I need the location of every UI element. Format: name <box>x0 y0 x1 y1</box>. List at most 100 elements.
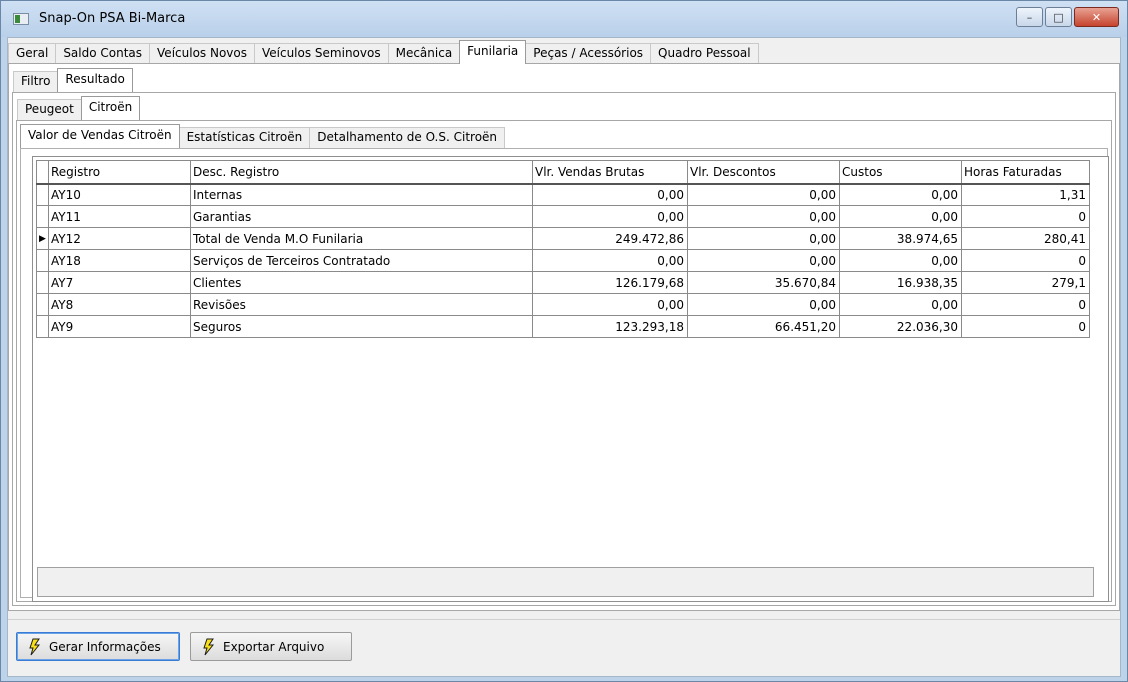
cell-desc-registro[interactable]: Serviços de Terceiros Contratado <box>190 249 533 272</box>
cell-vendas-brutas[interactable]: 249.472,86 <box>532 227 688 250</box>
cell-registro[interactable]: AY12 <box>48 227 191 250</box>
tab-veiculos-novos[interactable]: Veículos Novos <box>149 43 255 64</box>
tab-saldo-contas[interactable]: Saldo Contas <box>55 43 151 64</box>
tab-quadro-pessoal[interactable]: Quadro Pessoal <box>650 43 759 64</box>
row-indicator <box>36 183 49 206</box>
row-indicator: ▶ <box>36 227 49 250</box>
table-row[interactable]: AY11 Garantias 0,00 0,00 0,00 0 <box>36 205 1090 228</box>
table-row[interactable]: ▶ AY12 Total de Venda M.O Funilaria 249.472… <box>36 227 1090 250</box>
data-grid[interactable]: Registro Desc. Registro Vlr. Vendas Brut… <box>32 156 1109 602</box>
cell-desc-registro[interactable]: Seguros <box>190 315 533 338</box>
cell-custos[interactable]: 0,00 <box>839 205 962 228</box>
table-row[interactable]: AY10 Internas 0,00 0,00 0,00 1,31 <box>36 183 1090 206</box>
action-bar: Gerar Informações Exportar Arquivo <box>8 619 1120 676</box>
exportar-arquivo-label: Exportar Arquivo <box>223 639 325 654</box>
column-header-vendas-brutas[interactable]: Vlr. Vendas Brutas <box>532 160 688 185</box>
client-area: Geral Saldo Contas Veículos Novos Veícul… <box>7 37 1121 677</box>
column-header-registro[interactable]: Registro <box>48 160 191 185</box>
window-controls: – □ ✕ <box>1016 7 1119 27</box>
maximize-button[interactable]: □ <box>1045 7 1072 27</box>
grid-header-row: Registro Desc. Registro Vlr. Vendas Brut… <box>36 160 1090 185</box>
lightning-icon <box>203 638 215 655</box>
table-row[interactable]: AY18 Serviços de Terceiros Contratado 0,00… <box>36 249 1090 272</box>
cell-desc-registro[interactable]: Internas <box>190 183 533 206</box>
cell-descontos[interactable]: 0,00 <box>687 227 840 250</box>
tab-detalhamento-os-citroen[interactable]: Detalhamento de O.S. Citroën <box>309 127 506 148</box>
tab-geral[interactable]: Geral <box>8 43 57 64</box>
cell-horas-faturadas[interactable]: 0 <box>961 315 1090 338</box>
cell-vendas-brutas[interactable]: 0,00 <box>532 205 688 228</box>
tab-mecanica[interactable]: Mecânica <box>387 43 461 64</box>
cell-desc-registro[interactable]: Clientes <box>190 271 533 294</box>
cell-horas-faturadas[interactable]: 280,41 <box>961 227 1090 250</box>
cell-vendas-brutas[interactable]: 0,00 <box>532 183 688 206</box>
tab-peugeot[interactable]: Peugeot <box>17 99 82 120</box>
cell-horas-faturadas[interactable]: 1,31 <box>961 183 1090 206</box>
cell-horas-faturadas[interactable]: 0 <box>961 205 1090 228</box>
table-row[interactable]: AY9 Seguros 123.293,18 66.451,20 22.036,30 0 <box>36 315 1090 338</box>
tab-funilaria[interactable]: Funilaria <box>459 40 527 64</box>
tab-pecas-acessorios[interactable]: Peças / Acessórios <box>525 43 652 64</box>
table-row[interactable]: AY8 Revisões 0,00 0,00 0,00 0 <box>36 293 1090 316</box>
tab-veiculos-seminovos[interactable]: Veículos Seminovos <box>253 43 389 64</box>
app-window: Snap-On PSA Bi-Marca – □ ✕ Geral Saldo C… <box>0 0 1128 682</box>
cell-custos[interactable]: 0,00 <box>839 183 962 206</box>
row-indicator <box>36 205 49 228</box>
grid-footer <box>37 567 1094 597</box>
column-header-desc-registro[interactable]: Desc. Registro <box>190 160 533 185</box>
cell-desc-registro[interactable]: Garantias <box>190 205 533 228</box>
row-indicator <box>36 249 49 272</box>
column-header-horas-faturadas[interactable]: Horas Faturadas <box>961 160 1090 185</box>
column-header-custos[interactable]: Custos <box>839 160 962 185</box>
cell-descontos[interactable]: 35.670,84 <box>687 271 840 294</box>
cell-registro[interactable]: AY11 <box>48 205 191 228</box>
minimize-button[interactable]: – <box>1016 7 1043 27</box>
tab-resultado[interactable]: Resultado <box>57 68 133 92</box>
tab-valor-vendas-citroen[interactable]: Valor de Vendas Citroën <box>20 124 180 148</box>
column-header-descontos[interactable]: Vlr. Descontos <box>687 160 840 185</box>
window-title: Snap-On PSA Bi-Marca <box>39 11 186 26</box>
row-indicator <box>36 271 49 294</box>
cell-registro[interactable]: AY7 <box>48 271 191 294</box>
cell-registro[interactable]: AY8 <box>48 293 191 316</box>
cell-registro[interactable]: AY10 <box>48 183 191 206</box>
tab-estatisticas-citroen[interactable]: Estatísticas Citroën <box>178 127 311 148</box>
exportar-arquivo-button[interactable]: Exportar Arquivo <box>190 632 352 661</box>
cell-custos[interactable]: 16.938,35 <box>839 271 962 294</box>
cell-custos[interactable]: 0,00 <box>839 249 962 272</box>
cell-registro[interactable]: AY18 <box>48 249 191 272</box>
cell-desc-registro[interactable]: Revisões <box>190 293 533 316</box>
cell-desc-registro[interactable]: Total de Venda M.O Funilaria <box>190 227 533 250</box>
sub-tabstrip: Filtro Resultado <box>13 68 133 92</box>
row-indicator <box>36 293 49 316</box>
cell-registro[interactable]: AY9 <box>48 315 191 338</box>
cell-horas-faturadas[interactable]: 0 <box>961 293 1090 316</box>
cell-vendas-brutas[interactable]: 0,00 <box>532 293 688 316</box>
cell-custos[interactable]: 38.974,65 <box>839 227 962 250</box>
cell-vendas-brutas[interactable]: 0,00 <box>532 249 688 272</box>
table-row[interactable]: AY7 Clientes 126.179,68 35.670,84 16.938,35 2… <box>36 271 1090 294</box>
cell-vendas-brutas[interactable]: 123.293,18 <box>532 315 688 338</box>
grid-table: Registro Desc. Registro Vlr. Vendas Brut… <box>36 160 1090 338</box>
cell-descontos[interactable]: 66.451,20 <box>687 315 840 338</box>
row-indicator-header <box>36 160 49 185</box>
cell-horas-faturadas[interactable]: 279,1 <box>961 271 1090 294</box>
close-button[interactable]: ✕ <box>1074 7 1119 27</box>
cell-descontos[interactable]: 0,00 <box>687 183 840 206</box>
title-bar: Snap-On PSA Bi-Marca – □ ✕ <box>1 1 1127 37</box>
lightning-icon <box>29 638 41 655</box>
gerar-informacoes-button[interactable]: Gerar Informações <box>16 632 180 661</box>
cell-custos[interactable]: 22.036,30 <box>839 315 962 338</box>
cell-descontos[interactable]: 0,00 <box>687 249 840 272</box>
tab-citroen[interactable]: Citroën <box>80 96 141 120</box>
cell-descontos[interactable]: 0,00 <box>687 205 840 228</box>
cell-horas-faturadas[interactable]: 0 <box>961 249 1090 272</box>
grid-body: AY10 Internas 0,00 0,00 0,00 1,31 AY11 Garantia… <box>36 183 1090 338</box>
gerar-informacoes-label: Gerar Informações <box>49 639 161 654</box>
tab-filtro[interactable]: Filtro <box>13 71 59 92</box>
cell-descontos[interactable]: 0,00 <box>687 293 840 316</box>
cell-vendas-brutas[interactable]: 126.179,68 <box>532 271 688 294</box>
main-tabstrip: Geral Saldo Contas Veículos Novos Veícul… <box>8 40 759 64</box>
app-icon <box>13 13 29 25</box>
cell-custos[interactable]: 0,00 <box>839 293 962 316</box>
